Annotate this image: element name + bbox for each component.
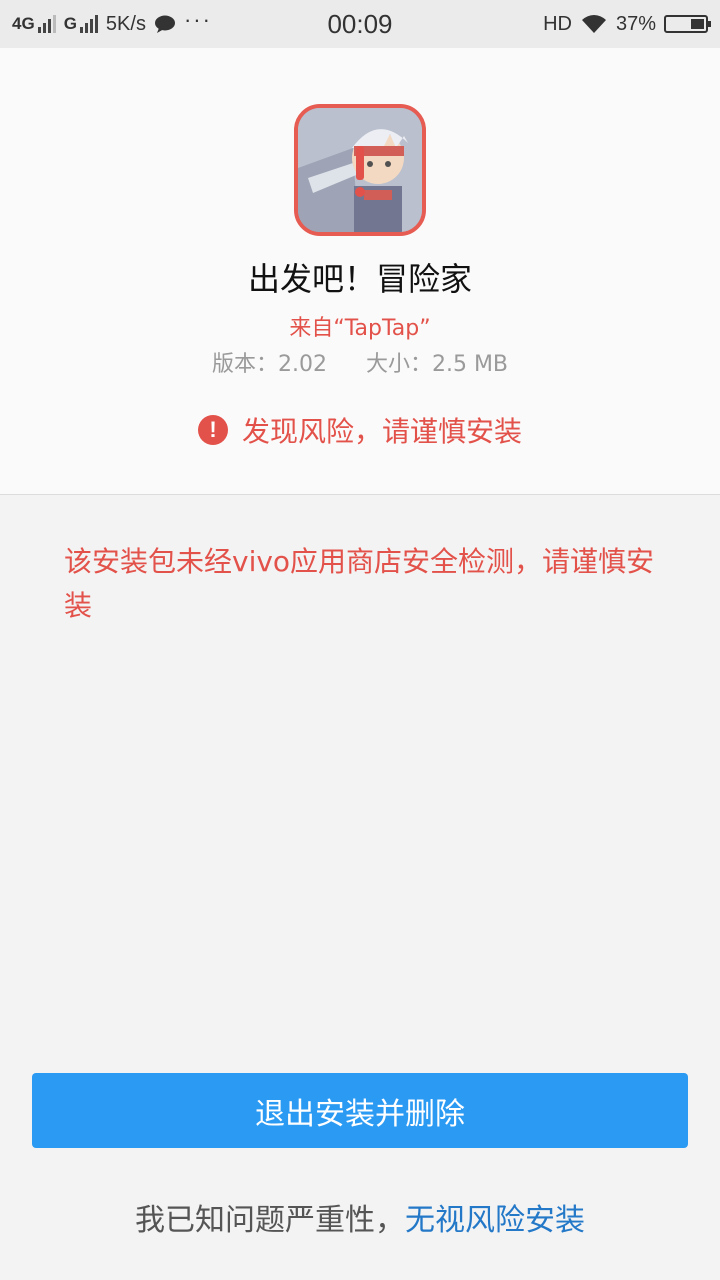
app-icon-art [298, 108, 422, 232]
battery-percent: 37% [615, 12, 656, 35]
app-version: 版本：2.02 [211, 352, 327, 377]
exit-and-delete-button[interactable]: 退出安装并删除 [32, 1073, 688, 1148]
footer-ignore-risk: 我已知问题严重性，无视风险安装 [0, 1195, 720, 1239]
app-meta: 版本：2.02 大小：2.5 MB [0, 346, 720, 378]
status-bar-right: HD 37% [543, 0, 711, 48]
app-size: 大小：2.5 MB [365, 352, 509, 377]
app-source: 来自“TapTap” [289, 316, 431, 341]
warning-text: 该安装包未经vivo应用商店安全检测，请谨慎安装 [64, 545, 655, 622]
app-info-card: 出发吧！冒险家 来自“TapTap” 版本：2.02 大小：2.5 MB ! 发… [0, 48, 720, 495]
warning-icon: ! [197, 415, 228, 445]
risk-message: 发现风险，请谨慎安装 [241, 415, 522, 448]
risk-notice: ! 发现风险，请谨慎安装 [0, 410, 720, 450]
battery-icon [664, 15, 711, 33]
ignore-risk-install-link[interactable]: 无视风险安装 [405, 1203, 585, 1238]
wifi-icon [581, 15, 606, 33]
status-bar: 4G G 5K/s ··· 00:09 HD 37% [0, 0, 720, 48]
app-name: 出发吧！冒险家 [247, 260, 472, 298]
battery-fill [690, 19, 704, 29]
footer-prefix: 我已知问题严重性， [135, 1203, 405, 1238]
hd-indicator: HD [543, 12, 572, 35]
app-game-icon [294, 104, 426, 236]
